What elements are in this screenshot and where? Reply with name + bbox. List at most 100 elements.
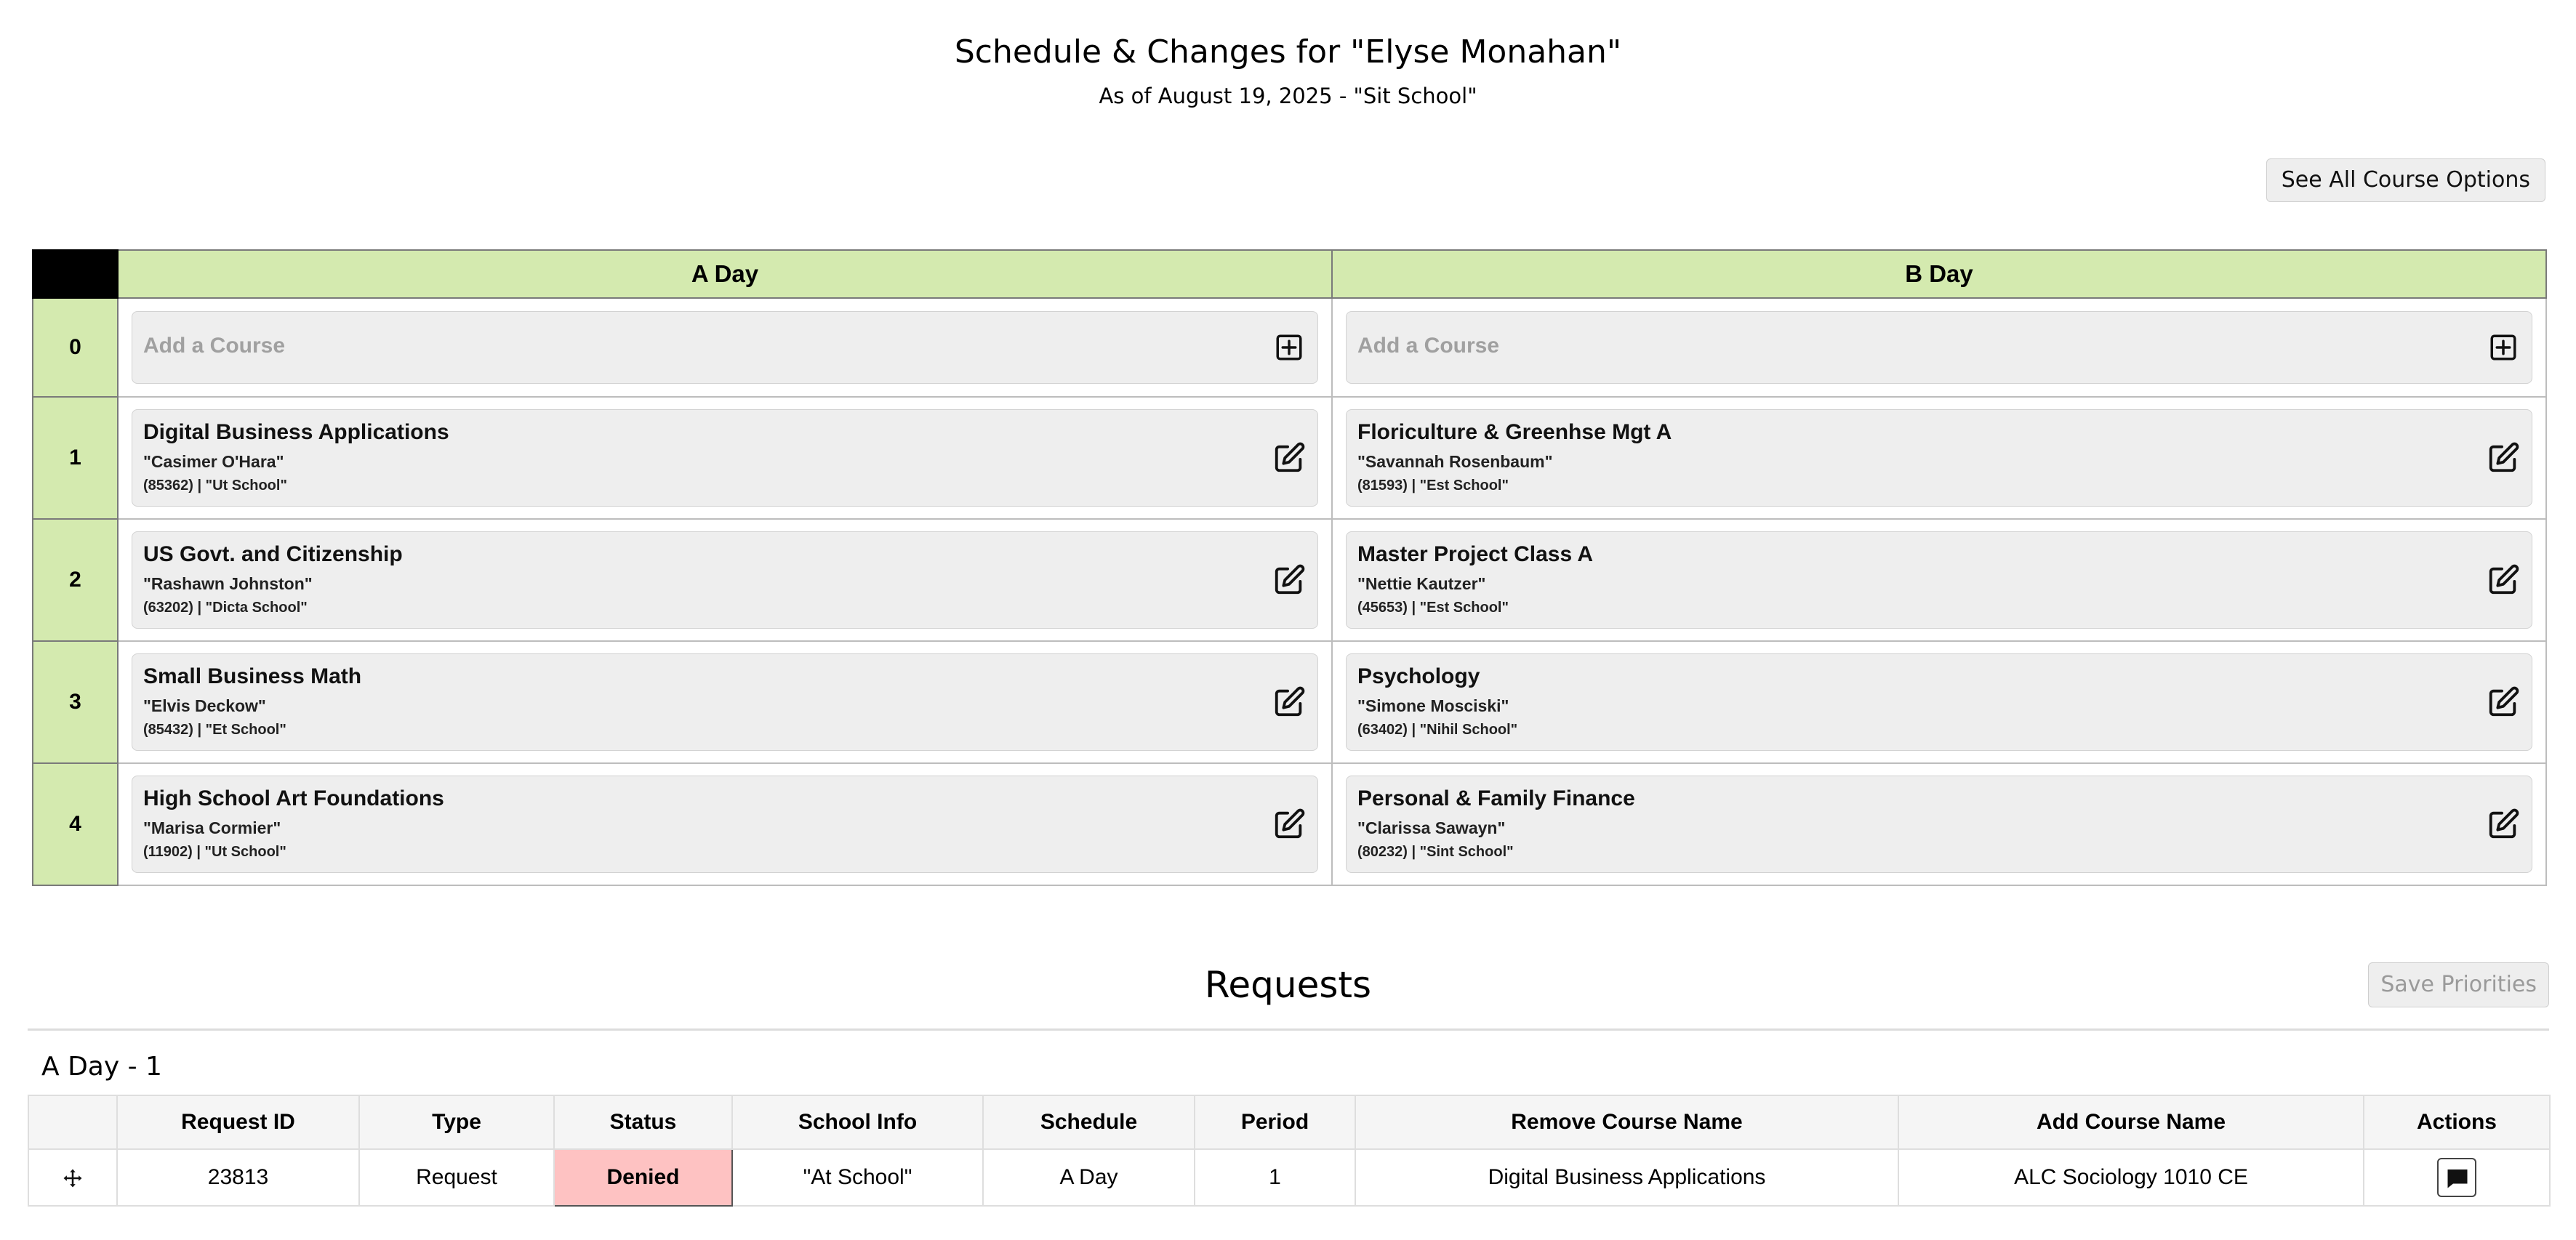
requests-table: Request ID Type Status School Info Schedule P… [28,1095,2551,1207]
edit-icon[interactable] [2487,685,2520,719]
schedule-row: 3 Small Business Math "Elvis Deckow" (85432… [32,640,2547,764]
schedule-row: 1 Digital Business Applications "Casimer O… [32,396,2547,520]
b-day-slot: Floriculture & Greenhse Mgt A "Savannah R… [1331,396,2547,520]
course-meta: (85362) | "Ut School" [143,478,287,494]
period-label: 3 [32,640,119,764]
requests-column-header: Period [1194,1095,1356,1150]
requests-column-header: Add Course Name [1898,1095,2364,1150]
requests-divider [28,1028,2549,1031]
course-meta: (45653) | "Est School" [1357,600,1509,616]
page-header: Schedule & Changes for "Elyse Monahan" A… [0,31,2576,112]
plus-square-icon[interactable] [2488,332,2519,363]
b-day-slot: Master Project Class A "Nettie Kautzer" (4… [1331,518,2547,642]
course-name: Master Project Class A [1357,542,1594,566]
course-name: Personal & Family Finance [1357,786,1635,810]
page-title: Schedule & Changes for "Elyse Monahan" [954,33,1622,71]
request-id: 23813 [116,1148,360,1207]
schedule-row: 0 Add a Course Add a Course [32,297,2547,398]
edit-icon[interactable] [1272,441,1306,475]
course-meta: (63402) | "Nihil School" [1357,722,1518,738]
request-schedule: A Day [982,1148,1195,1207]
course-meta: (81593) | "Est School" [1357,478,1509,494]
b-day-slot: Personal & Family Finance "Clarissa Saway… [1331,762,2547,886]
plus-square-icon[interactable] [1274,332,1304,363]
requests-column-header: Actions [2363,1095,2551,1150]
course-card[interactable]: High School Art Foundations "Marisa Cormi… [132,776,1318,873]
comment-button[interactable] [2437,1158,2476,1197]
edit-icon[interactable] [1272,685,1306,719]
page-subtitle: As of August 19, 2025 - "Sit School" [1099,84,1477,108]
requests-column-header: Type [358,1095,555,1150]
requests-column-header: Remove Course Name [1355,1095,1899,1150]
save-priorities-button[interactable]: Save Priorities [2368,962,2549,1007]
move-icon[interactable] [62,1167,84,1189]
comment-icon [2447,1169,2468,1188]
course-meta: (80232) | "Sint School" [1357,844,1514,860]
course-teacher: "Casimer O'Hara" [143,452,284,471]
requests-column-header: Schedule [982,1095,1195,1150]
a-day-slot: Add a Course [117,297,1333,398]
schedule-row: 4 High School Art Foundations "Marisa Corm… [32,762,2547,886]
course-card[interactable]: Small Business Math "Elvis Deckow" (85432)… [132,653,1318,751]
schedule-corner [32,249,119,299]
course-card[interactable]: Master Project Class A "Nettie Kautzer" (4… [1346,531,2532,629]
course-meta: (85432) | "Et School" [143,722,286,738]
course-card[interactable]: Psychology "Simone Mosciski" (63402) | "Ni… [1346,653,2532,751]
schedule-row: 2 US Govt. and Citizenship "Rashawn Johnst… [32,518,2547,642]
b-day-slot: Psychology "Simone Mosciski" (63402) | "Ni… [1331,640,2547,764]
course-card[interactable]: US Govt. and Citizenship "Rashawn Johnsto… [132,531,1318,629]
edit-icon[interactable] [2487,441,2520,475]
edit-icon[interactable] [1272,808,1306,841]
schedule-table: A Day B Day 0 Add a Course Add a Course 1 Di… [32,249,2547,886]
day-header-a: A Day [117,249,1333,299]
requests-column-header [28,1095,118,1150]
period-label: 2 [32,518,119,642]
request-type: Request [358,1148,555,1207]
day-header-b: B Day [1331,249,2547,299]
request-period: 1 [1194,1148,1356,1207]
course-meta: (11902) | "Ut School" [143,844,286,860]
b-day-slot: Add a Course [1331,297,2547,398]
course-card[interactable]: Digital Business Applications "Casimer O'… [132,409,1318,507]
a-day-slot: US Govt. and Citizenship "Rashawn Johnsto… [117,518,1333,642]
a-day-slot: Digital Business Applications "Casimer O'… [117,396,1333,520]
course-name: Floriculture & Greenhse Mgt A [1357,420,1672,444]
edit-icon[interactable] [2487,808,2520,841]
course-teacher: "Simone Mosciski" [1357,696,1509,715]
requests-column-header: Request ID [116,1095,360,1150]
period-label: 4 [32,762,119,886]
add-course-name: ALC Sociology 1010 CE [1898,1148,2364,1207]
edit-icon[interactable] [2487,563,2520,597]
status-badge: Denied [553,1148,733,1207]
period-label: 0 [32,297,119,398]
request-row: 23813 Request Denied "At School" A Day 1 Digit… [28,1148,2551,1207]
add-course-card[interactable]: Add a Course [1346,311,2532,384]
see-all-course-options-button[interactable]: See All Course Options [2266,158,2545,202]
a-day-slot: High School Art Foundations "Marisa Cormi… [117,762,1333,886]
requests-header-row: Request ID Type Status School Info Schedule P… [28,1095,2551,1150]
period-label: 1 [32,396,119,520]
requests-column-header: School Info [731,1095,984,1150]
course-teacher: "Marisa Cormier" [143,818,281,837]
a-day-slot: Small Business Math "Elvis Deckow" (85432)… [117,640,1333,764]
request-group-label: A Day - 1 [41,1052,162,1082]
course-teacher: "Savannah Rosenbaum" [1357,452,1553,471]
school-info: "At School" [731,1148,984,1207]
add-course-card[interactable]: Add a Course [132,311,1318,384]
edit-icon[interactable] [1272,563,1306,597]
drag-handle[interactable] [28,1148,118,1207]
course-card[interactable]: Personal & Family Finance "Clarissa Saway… [1346,776,2532,873]
request-actions [2363,1148,2551,1207]
add-course-label: Add a Course [143,334,286,358]
course-name: Small Business Math [143,664,362,688]
course-name: High School Art Foundations [143,786,444,810]
course-name: US Govt. and Citizenship [143,542,403,566]
remove-course-name: Digital Business Applications [1355,1148,1899,1207]
course-teacher: "Nettie Kautzer" [1357,574,1486,593]
course-card[interactable]: Floriculture & Greenhse Mgt A "Savannah R… [1346,409,2532,507]
course-teacher: "Rashawn Johnston" [143,574,313,593]
course-teacher: "Clarissa Sawayn" [1357,818,1506,837]
course-name: Psychology [1357,664,1480,688]
add-course-label: Add a Course [1357,334,1500,358]
course-teacher: "Elvis Deckow" [143,696,266,715]
